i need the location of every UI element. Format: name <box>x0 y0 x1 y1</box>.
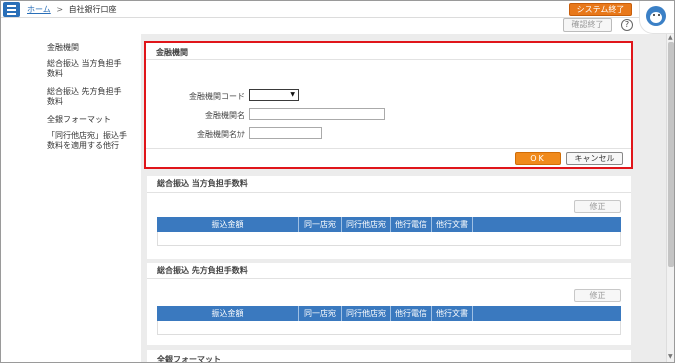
column-header: 同一店宛 <box>299 217 342 232</box>
institution-name-input[interactable] <box>249 108 385 120</box>
left-navigation: 金融機関 総合振込 当方負担手数料 総合振込 先方負担手数料 全銀フォーマット … <box>47 43 139 159</box>
scrollbar-thumb[interactable] <box>668 42 674 267</box>
nav-item-zengin-format[interactable]: 全銀フォーマット <box>47 115 139 125</box>
menu-icon[interactable] <box>3 2 20 17</box>
code-label: 金融機関コード <box>189 92 245 101</box>
breadcrumb: ホーム > 自社銀行口座 <box>27 4 117 15</box>
ok-button[interactable]: OK <box>515 152 561 165</box>
vertical-scrollbar[interactable]: ▲ ▼ <box>666 34 674 362</box>
column-header: 振込金額 <box>157 306 299 321</box>
card-divider <box>146 148 631 149</box>
nav-item-fee-their-side[interactable]: 総合振込 先方負担手数料 <box>47 87 129 107</box>
column-header: 同行他店宛 <box>342 306 391 321</box>
column-header: 振込金額 <box>157 217 299 232</box>
fee-their-side-table-header: 振込金額 同一店宛 同行他店宛 他行電信 他行文書 <box>157 306 621 321</box>
fee-their-side-table-body <box>157 321 621 335</box>
dropdown-caret-icon: ▼ <box>290 91 295 98</box>
column-header: 他行電信 <box>391 306 432 321</box>
fee-our-side-table-body <box>157 232 621 246</box>
top-bar: ホーム > 自社銀行口座 システム終了 <box>1 1 674 18</box>
system-end-button[interactable]: システム終了 <box>569 3 632 16</box>
scroll-up-icon[interactable]: ▲ <box>668 35 673 41</box>
cancel-button[interactable]: キャンセル <box>566 152 623 165</box>
scroll-down-icon[interactable]: ▼ <box>668 354 673 360</box>
card-divider <box>146 59 631 60</box>
financial-institution-card: 金融機関 <box>144 41 633 169</box>
nav-item-other-bank-same-fee[interactable]: 「同行他店宛」振込手数料を適用する他行 <box>47 131 133 151</box>
institution-code-select[interactable]: ▼ <box>249 89 299 101</box>
name-label: 金融機関名 <box>205 111 245 120</box>
zengin-card: 全銀フォーマット <box>147 350 631 363</box>
column-header: 同行他店宛 <box>342 217 391 232</box>
column-header: 同一店宛 <box>299 306 342 321</box>
mascot-icon[interactable] <box>639 1 674 34</box>
fee-our-side-table-header: 振込金額 同一店宛 同行他店宛 他行電信 他行文書 <box>157 217 621 232</box>
fee-our-side-edit-button[interactable]: 修正 <box>574 200 621 213</box>
column-header: 他行電信 <box>391 217 432 232</box>
fee-their-side-title: 総合振込 先方負担手数料 <box>157 266 248 275</box>
home-link[interactable]: ホーム <box>27 5 51 14</box>
institution-kana-input[interactable] <box>249 127 322 139</box>
column-header: 他行文書 <box>432 217 473 232</box>
confirm-end-button[interactable]: 確認終了 <box>563 18 612 32</box>
card-divider <box>147 278 631 279</box>
financial-institution-title: 金融機関 <box>156 48 188 57</box>
kana-label: 金融機関名ｶﾅ <box>197 130 245 139</box>
column-header: 他行文書 <box>432 306 473 321</box>
mascot-eye <box>653 14 655 16</box>
page-title: 自社銀行口座 <box>68 5 117 14</box>
mascot-face <box>650 12 662 23</box>
nav-item-financial-institution[interactable]: 金融機関 <box>47 43 139 53</box>
breadcrumb-separator: > <box>56 5 64 14</box>
fee-our-side-title: 総合振込 当方負担手数料 <box>157 179 248 188</box>
mascot-eye <box>658 14 660 16</box>
zengin-title: 全銀フォーマット <box>157 355 221 363</box>
fee-their-side-edit-button[interactable]: 修正 <box>574 289 621 302</box>
help-icon[interactable]: ? <box>621 19 633 31</box>
app-window: ホーム > 自社銀行口座 システム終了 確認終了 ? 金融機関 総合振込 当方負… <box>0 0 675 363</box>
card-divider <box>147 192 631 193</box>
nav-item-fee-our-side[interactable]: 総合振込 当方負担手数料 <box>47 59 129 79</box>
